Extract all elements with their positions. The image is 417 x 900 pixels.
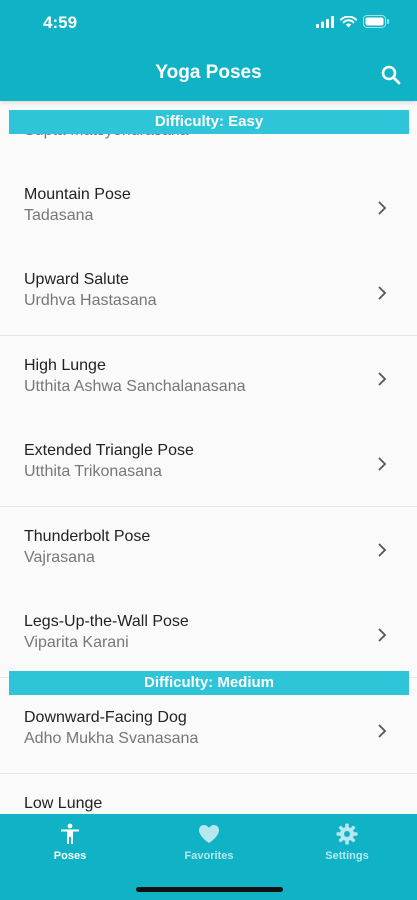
- list-item[interactable]: Low Lunge: [0, 774, 417, 814]
- pose-name: Downward-Facing Dog: [24, 709, 187, 726]
- tab-label: Favorites: [184, 850, 234, 862]
- list-item[interactable]: Downward-Facing Dog Adho Mukha Svanasana: [0, 688, 417, 774]
- battery-icon: [363, 15, 389, 28]
- chevron-right-icon: [378, 724, 387, 738]
- pose-sanskrit-name: Utthita Ashwa Sanchalanasana: [24, 378, 246, 395]
- pose-name: High Lunge: [24, 357, 106, 374]
- status-icons: [316, 15, 390, 28]
- wifi-icon: [340, 15, 357, 27]
- list-item[interactable]: Mountain Pose Tadasana: [0, 165, 417, 251]
- tab-label: Poses: [53, 850, 87, 862]
- search-icon: [381, 65, 401, 85]
- section-header-easy: Difficulty: Easy: [9, 110, 409, 134]
- list-item[interactable]: Upward Salute Urdhva Hastasana: [0, 250, 417, 336]
- navigation-bar: 4:59 Yoga Poses: [0, 0, 417, 101]
- chevron-right-icon: [378, 628, 387, 642]
- pose-name: Legs-Up-the-Wall Pose: [24, 613, 189, 630]
- home-indicator: [136, 887, 283, 892]
- list-item[interactable]: Thunderbolt Pose Vajrasana: [0, 507, 417, 593]
- search-button[interactable]: [379, 63, 403, 87]
- chevron-right-icon: [378, 286, 387, 300]
- pose-name: Upward Salute: [24, 271, 129, 288]
- chevron-right-icon: [378, 372, 387, 386]
- section-header-medium: Difficulty: Medium: [9, 671, 409, 695]
- tab-favorites[interactable]: Favorites: [149, 822, 269, 862]
- heart-icon: [199, 825, 219, 843]
- chevron-right-icon: [378, 543, 387, 557]
- pose-list[interactable]: Supta Matsyendrasana Difficulty: Easy Mo…: [0, 101, 417, 814]
- tab-settings[interactable]: Settings: [287, 822, 407, 862]
- signal-icon: [316, 15, 334, 28]
- pose-name: Low Lunge: [24, 795, 103, 812]
- pose-sanskrit-name: Adho Mukha Svanasana: [24, 730, 199, 747]
- pose-sanskrit-name: Vajrasana: [24, 549, 95, 566]
- chevron-right-icon: [378, 201, 387, 215]
- pose-name: Thunderbolt Pose: [24, 528, 151, 545]
- list-item[interactable]: Legs-Up-the-Wall Pose Viparita Karani: [0, 592, 417, 678]
- pose-name: Mountain Pose: [24, 186, 131, 203]
- person-icon: [61, 823, 79, 844]
- pose-name: Extended Triangle Pose: [24, 442, 194, 459]
- pose-sanskrit-name: Urdhva Hastasana: [24, 292, 157, 309]
- list-item[interactable]: Extended Triangle Pose Utthita Trikonasa…: [0, 421, 417, 507]
- pose-sanskrit-name: Tadasana: [24, 207, 94, 224]
- status-time: 4:59: [43, 13, 78, 32]
- list-item[interactable]: High Lunge Utthita Ashwa Sanchalanasana: [0, 336, 417, 422]
- pose-sanskrit-name: Viparita Karani: [24, 634, 129, 651]
- chevron-right-icon: [378, 457, 387, 471]
- gear-icon: [336, 823, 358, 845]
- tab-poses[interactable]: Poses: [10, 822, 130, 862]
- page-title: Yoga Poses: [155, 62, 262, 83]
- pose-sanskrit-name: Utthita Trikonasana: [24, 463, 162, 480]
- tab-label: Settings: [325, 850, 369, 862]
